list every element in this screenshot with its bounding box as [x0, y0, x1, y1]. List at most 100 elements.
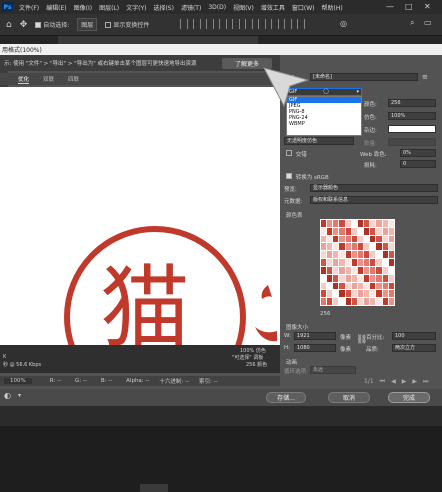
color-swatch[interactable] [357, 235, 364, 243]
width-field[interactable]: 1921 [294, 332, 336, 340]
move-tool-icon[interactable]: ✥ [20, 20, 28, 30]
color-swatch[interactable] [351, 266, 357, 274]
dither-field[interactable]: 100% [388, 112, 436, 120]
menu-type[interactable]: 文字(Y) [126, 3, 146, 12]
color-swatch[interactable] [376, 243, 382, 251]
color-swatch[interactable] [382, 266, 388, 274]
color-swatch[interactable] [382, 243, 388, 251]
next-frame-icon[interactable]: ▶ [412, 378, 417, 386]
color-swatch[interactable] [333, 266, 339, 274]
color-swatch[interactable] [339, 266, 345, 274]
tab-optimized[interactable]: 优化 [18, 75, 30, 84]
color-swatch[interactable] [321, 243, 327, 251]
percent-field[interactable]: 100 [392, 332, 436, 340]
color-swatch[interactable] [382, 259, 388, 266]
color-swatch[interactable] [339, 290, 345, 298]
color-swatch[interactable] [321, 259, 327, 266]
color-swatch[interactable] [357, 266, 364, 274]
document-tab[interactable] [58, 36, 258, 44]
color-swatch[interactable] [339, 235, 345, 243]
color-swatch[interactable] [388, 251, 394, 259]
done-button[interactable]: 完成 [388, 392, 430, 403]
auto-select-dropdown[interactable]: 图层 [77, 18, 98, 31]
color-swatch[interactable] [321, 251, 327, 259]
color-swatch[interactable] [345, 298, 351, 305]
zoom-dropdown[interactable]: 100% [4, 378, 32, 384]
home-icon[interactable]: ⌂ [6, 20, 12, 30]
color-swatch[interactable] [333, 298, 339, 305]
menu-edit[interactable]: 编辑(E) [46, 3, 66, 12]
color-swatch[interactable] [364, 243, 370, 251]
color-swatch[interactable] [345, 251, 351, 259]
color-swatch[interactable] [370, 227, 376, 235]
color-swatch[interactable] [351, 227, 357, 235]
maximize-icon[interactable]: □ [405, 2, 413, 11]
color-swatch[interactable] [327, 266, 333, 274]
color-swatch[interactable] [357, 251, 364, 259]
align-top-icon[interactable] [219, 19, 227, 29]
color-swatch[interactable] [376, 274, 382, 282]
color-swatch[interactable] [351, 220, 357, 227]
color-swatch[interactable] [351, 298, 357, 305]
color-swatch[interactable] [321, 298, 327, 305]
color-swatch[interactable] [357, 282, 364, 290]
color-swatch[interactable] [321, 290, 327, 298]
color-swatch[interactable] [327, 251, 333, 259]
color-swatch[interactable] [345, 220, 351, 227]
color-swatch[interactable] [327, 259, 333, 266]
color-swatch[interactable] [339, 298, 345, 305]
color-swatch[interactable] [388, 243, 394, 251]
more-options-icon[interactable] [297, 19, 305, 29]
3d-mode-icon[interactable]: ◎ [340, 19, 347, 28]
colors-dropdown[interactable]: 256 [388, 99, 436, 107]
distribute-v-icon[interactable] [284, 19, 292, 29]
close-icon[interactable]: ✕ [424, 2, 431, 11]
color-swatch[interactable] [370, 266, 376, 274]
color-swatch[interactable] [382, 298, 388, 305]
color-swatch[interactable] [339, 282, 345, 290]
color-swatch[interactable] [351, 274, 357, 282]
color-swatch[interactable] [339, 274, 345, 282]
color-swatch[interactable] [370, 243, 376, 251]
matte-color-swatch[interactable] [388, 125, 436, 133]
color-swatch[interactable] [388, 266, 394, 274]
color-swatch[interactable] [333, 282, 339, 290]
color-swatch[interactable] [345, 274, 351, 282]
color-swatch[interactable] [357, 290, 364, 298]
color-swatch[interactable] [357, 243, 364, 251]
color-swatch[interactable] [357, 259, 364, 266]
loop-dropdown[interactable]: 永远 [310, 366, 356, 374]
tab-4up[interactable]: 四联 [68, 75, 79, 83]
color-swatch[interactable] [339, 220, 345, 227]
preview-browser-icon[interactable]: ◐ [4, 391, 11, 400]
menu-select[interactable]: 选择(S) [153, 3, 174, 12]
color-swatch[interactable] [370, 251, 376, 259]
menu-window[interactable]: 窗口(W) [292, 3, 315, 12]
color-swatch[interactable] [345, 227, 351, 235]
color-swatch[interactable] [345, 259, 351, 266]
height-field[interactable]: 1080 [294, 344, 336, 352]
color-swatch[interactable] [370, 235, 376, 243]
color-swatch[interactable] [364, 235, 370, 243]
auto-select-checkbox[interactable]: 自动选择: [35, 20, 69, 29]
color-swatch[interactable] [351, 243, 357, 251]
color-swatch[interactable] [370, 290, 376, 298]
play-icon[interactable]: ▶ [402, 378, 407, 386]
color-swatch[interactable] [376, 282, 382, 290]
preview-dropdown[interactable]: 显示器颜色 [310, 184, 438, 192]
color-swatch[interactable] [357, 220, 364, 227]
color-swatch[interactable] [333, 259, 339, 266]
color-swatch[interactable] [327, 274, 333, 282]
color-swatch[interactable] [364, 274, 370, 282]
color-swatch[interactable] [339, 259, 345, 266]
color-swatch[interactable] [351, 259, 357, 266]
color-swatch[interactable] [370, 220, 376, 227]
color-swatch[interactable] [370, 298, 376, 305]
color-swatch[interactable] [327, 243, 333, 251]
minimize-icon[interactable]: — [386, 2, 394, 11]
color-swatch[interactable] [321, 227, 327, 235]
color-swatch[interactable] [364, 220, 370, 227]
color-swatch[interactable] [376, 266, 382, 274]
color-swatch[interactable] [327, 235, 333, 243]
color-swatch[interactable] [364, 227, 370, 235]
